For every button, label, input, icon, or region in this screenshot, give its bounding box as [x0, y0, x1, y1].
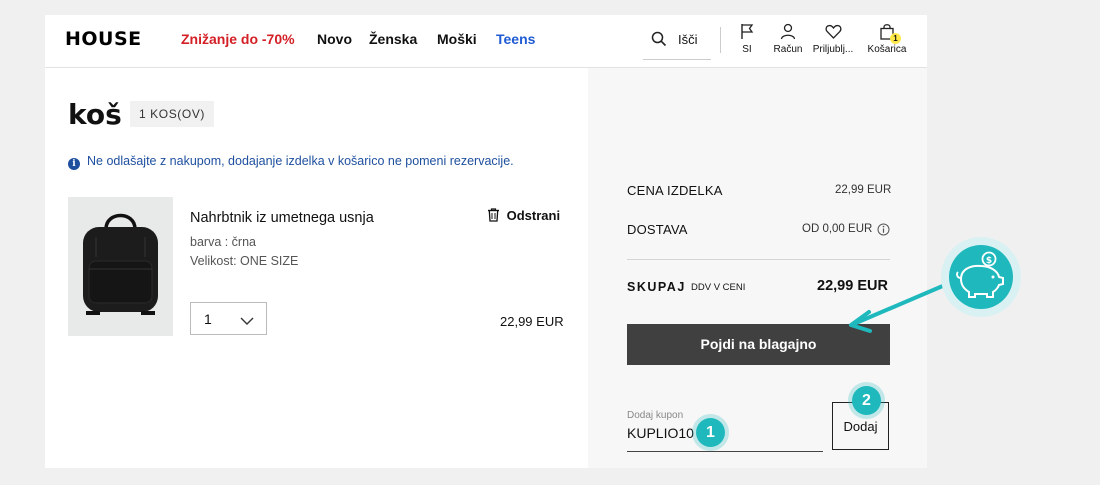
coupon-input[interactable]: KUPLIO10: [627, 425, 823, 452]
shipping-label: DOSTAVA: [627, 222, 688, 237]
account-link[interactable]: Račun: [771, 23, 805, 55]
product-price-value: 22,99 EUR: [835, 184, 892, 196]
savings-badge: $: [941, 237, 1021, 317]
product-color: barva : črna: [190, 235, 257, 249]
items-count-badge: 1 KOS(OV): [130, 101, 214, 127]
trash-icon: [487, 208, 507, 223]
quantity-select[interactable]: 1: [190, 302, 267, 335]
cart-items-panel: koš 1 KOS(OV) i Ne odlašajte z nakupom, d…: [45, 68, 588, 468]
product-image[interactable]: [68, 197, 173, 336]
account-label: Račun: [773, 44, 803, 55]
reservation-notice: i Ne odlašajte z nakupom, dodajanje izdel…: [68, 154, 514, 170]
language-label: SI: [742, 44, 752, 55]
header-divider: [720, 27, 721, 53]
logo[interactable]: HOUSE: [65, 28, 142, 50]
cart-link[interactable]: Košarica: [865, 23, 909, 55]
item-price: 22,99 EUR: [500, 314, 564, 329]
search-box[interactable]: Išči: [643, 25, 711, 60]
remove-label: Odstrani: [506, 208, 561, 223]
cart-count-badge: 1: [890, 33, 901, 44]
search-icon: [651, 31, 667, 52]
wishlist-label: Priljublj...: [812, 44, 854, 55]
vat-note: DDV V CENI: [691, 282, 746, 293]
info-icon: i: [68, 158, 80, 170]
heart-icon: [808, 23, 858, 40]
flag-icon: [735, 23, 759, 40]
step-marker-2: 2: [852, 386, 881, 415]
quantity-value: 1: [204, 311, 212, 327]
product-name[interactable]: Nahrbtnik iz umetnega usnja: [190, 210, 374, 226]
chevron-down-icon: [240, 313, 254, 331]
nav-item-men[interactable]: Moški: [437, 31, 477, 47]
step-marker-1: 1: [696, 418, 725, 447]
product-price-label: CENA IZDELKA: [627, 183, 723, 198]
nav-item-women[interactable]: Ženska: [369, 31, 417, 47]
site-header: HOUSE Znižanje do -70% Novo Ženska Moški…: [45, 15, 927, 68]
language-selector[interactable]: SI: [735, 23, 759, 55]
nav-item-sale[interactable]: Znižanje do -70%: [181, 31, 295, 47]
product-size: Velikost: ONE SIZE: [190, 254, 299, 268]
total-value: 22,99 EUR: [817, 278, 888, 294]
wishlist-link[interactable]: Priljublj...: [808, 23, 858, 55]
svg-text:$: $: [986, 256, 992, 266]
user-icon: [771, 23, 805, 40]
piggy-bank-icon: $: [949, 245, 1013, 309]
notice-text: Ne odlašajte z nakupom, dodajanje izdelk…: [87, 154, 514, 168]
checkout-button[interactable]: Pojdi na blagajno: [627, 324, 890, 365]
total-label: SKUPAJ: [627, 280, 686, 294]
coupon-field-label: Dodaj kupon: [627, 410, 684, 421]
info-circle-icon[interactable]: [877, 223, 890, 241]
summary-divider: [627, 259, 890, 260]
bag-icon: [865, 23, 909, 40]
nav-item-teens[interactable]: Teens: [496, 31, 535, 47]
cart-label: Košarica: [867, 44, 907, 55]
remove-item-button[interactable]: Odstrani: [487, 208, 560, 223]
page-container: HOUSE Znižanje do -70% Novo Ženska Moški…: [45, 15, 927, 468]
search-label: Išči: [678, 32, 698, 47]
nav-item-new[interactable]: Novo: [317, 31, 352, 47]
page-title: koš: [68, 98, 122, 131]
shipping-value: OD 0,00 EUR: [802, 223, 873, 235]
